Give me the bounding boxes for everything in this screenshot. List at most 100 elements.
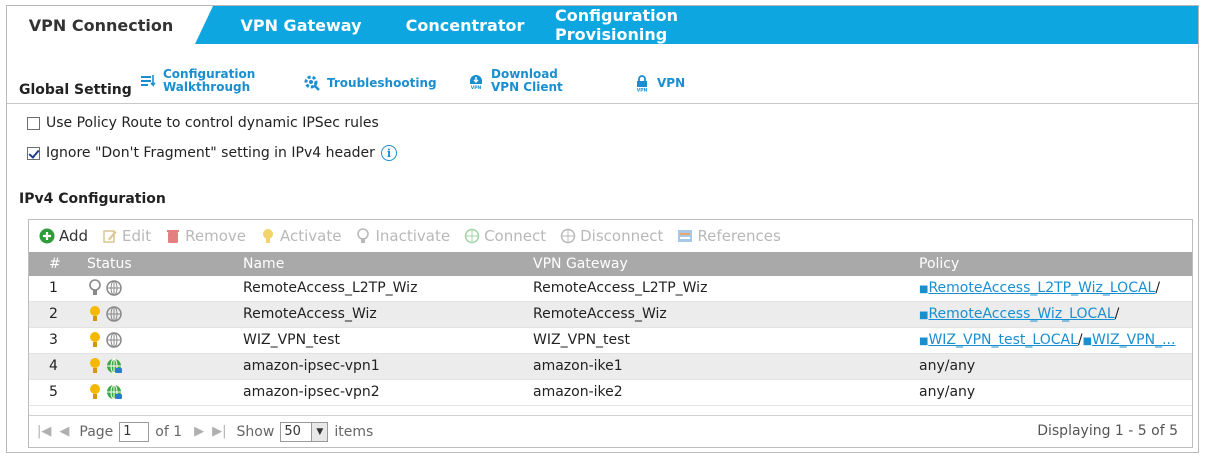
col-policy[interactable]: Policy: [919, 256, 959, 272]
troubleshoot-gear-icon: [303, 74, 321, 92]
page-input[interactable]: 1: [119, 421, 150, 442]
tab-configuration-provisioning[interactable]: Configuration Provisioning: [555, 6, 787, 44]
download-label-1: Download: [491, 67, 558, 81]
page-size-value: 50: [284, 424, 301, 439]
info-icon[interactable]: i: [380, 145, 397, 161]
row-status: [87, 331, 123, 349]
remove-button[interactable]: Remove: [165, 227, 246, 245]
items-label: items: [334, 423, 374, 440]
table-header: # Status Name VPN Gateway Policy: [29, 252, 1192, 276]
ipv4-table: Add Edit Remove Activate Inactivate Conn…: [28, 219, 1193, 448]
edit-label: Edit: [122, 227, 152, 245]
ignore-df-label: Ignore "Don't Fragment" setting in IPv4 …: [46, 145, 375, 161]
policy-link[interactable]: RemoteAccess_L2TP_Wiz_LOCAL: [928, 280, 1155, 296]
walkthrough-icon: [139, 72, 157, 90]
col-status[interactable]: Status: [87, 256, 132, 272]
first-page-icon[interactable]: |◀: [37, 424, 51, 439]
vpn-link[interactable]: VPN VPN: [633, 74, 686, 94]
policy-route-checkbox[interactable]: [27, 116, 40, 130]
table-toolbar: Add Edit Remove Activate Inactivate Conn…: [29, 220, 1192, 252]
add-button[interactable]: Add: [39, 227, 88, 245]
globe-connected-icon: [107, 384, 122, 400]
row-status: [87, 279, 123, 297]
table-row[interactable]: 3 WIZ_VPN_test WIZ_VPN_test ■WIZ_VPN_tes…: [29, 328, 1192, 354]
activate-button[interactable]: Activate: [260, 227, 341, 245]
tab-concentrator[interactable]: Concentrator: [395, 6, 535, 44]
policy-route-label: Use Policy Route to control dynamic IPSe…: [46, 115, 379, 131]
vpn-label: VPN: [657, 76, 686, 90]
policy-route-option: Use Policy Route to control dynamic IPSe…: [27, 115, 379, 131]
references-button[interactable]: References: [677, 227, 781, 245]
bulb-on-icon: [90, 358, 100, 373]
bulb-off-icon: [89, 279, 101, 295]
bulb-off-icon: [357, 228, 370, 243]
page-label: Page: [79, 423, 114, 440]
edit-icon: [103, 230, 117, 243]
globe-disconnected-icon: [106, 332, 122, 348]
connect-globe-icon: [464, 228, 480, 244]
bulb-on-icon: [90, 384, 100, 399]
row-number: 5: [49, 384, 58, 400]
download-vpn-client-link[interactable]: VPN Download VPN Client: [467, 68, 563, 94]
row-policy: ■RemoteAccess_L2TP_Wiz_LOCAL/: [919, 280, 1161, 296]
vpn-lock-icon: VPN: [633, 74, 651, 94]
bulb-on-icon: [90, 306, 100, 321]
connect-button[interactable]: Connect: [464, 227, 546, 245]
edit-button[interactable]: Edit: [102, 227, 151, 245]
policy-link-remote[interactable]: WIZ_VPN_...: [1092, 332, 1175, 348]
download-vpn-icon: VPN: [467, 72, 485, 91]
vpn-panel: VPN Connection VPN Gateway Concentrator …: [6, 5, 1199, 453]
displaying-count: Displaying 1 - 5 of 5: [1037, 423, 1178, 439]
tab-vpn-connection[interactable]: VPN Connection: [7, 6, 213, 44]
table-row[interactable]: 4 amazon-ipsec-vpn1 amazon-ike1 any/any: [29, 354, 1192, 380]
row-gateway: amazon-ike1: [533, 358, 623, 374]
col-number: #: [49, 256, 61, 272]
row-name: RemoteAccess_L2TP_Wiz: [243, 280, 418, 296]
table-row[interactable]: 5 amazon-ipsec-vpn2 amazon-ike2 any/any: [29, 380, 1192, 406]
ignore-df-checkbox[interactable]: [27, 146, 40, 160]
table-row[interactable]: 2 RemoteAccess_Wiz RemoteAccess_Wiz ■Rem…: [29, 302, 1192, 328]
policy-separator: /: [1155, 280, 1161, 296]
policy-link[interactable]: RemoteAccess_Wiz_LOCAL: [928, 306, 1114, 322]
row-status: [87, 383, 123, 401]
global-setting-title: Global Setting: [19, 82, 132, 98]
table-row[interactable]: 1 RemoteAccess_L2TP_Wiz RemoteAccess_L2T…: [29, 276, 1192, 302]
disconnect-button[interactable]: Disconnect: [560, 227, 663, 245]
row-policy: ■RemoteAccess_Wiz_LOCAL/: [919, 306, 1120, 322]
prev-page-icon[interactable]: ◀: [59, 424, 69, 439]
connect-label: Connect: [484, 227, 547, 245]
last-page-icon[interactable]: ▶|: [212, 424, 226, 439]
row-name: RemoteAccess_Wiz: [243, 306, 377, 322]
tab-vpn-gateway[interactable]: VPN Gateway: [233, 6, 369, 44]
row-gateway: RemoteAccess_L2TP_Wiz: [533, 280, 708, 296]
row-gateway: amazon-ike2: [533, 384, 623, 400]
show-label: Show: [236, 423, 275, 440]
page-size-select[interactable]: 50 ▼: [280, 421, 329, 442]
download-label-2: VPN Client: [491, 80, 563, 94]
inactivate-label: Inactivate: [375, 227, 451, 245]
col-name[interactable]: Name: [243, 256, 284, 272]
col-vpn-gateway[interactable]: VPN Gateway: [533, 256, 628, 272]
ipv4-configuration-title: IPv4 Configuration: [19, 191, 166, 207]
globe-disconnected-icon: [106, 306, 122, 322]
references-icon: [678, 230, 693, 242]
row-gateway: RemoteAccess_Wiz: [533, 306, 667, 322]
inactivate-button[interactable]: Inactivate: [355, 227, 450, 245]
policy-separator: /: [1114, 306, 1120, 322]
troubleshooting-link[interactable]: Troubleshooting: [303, 74, 437, 92]
row-number: 3: [49, 332, 58, 348]
policy-link[interactable]: WIZ_VPN_test_LOCAL: [928, 332, 1077, 348]
next-page-icon[interactable]: ▶: [194, 424, 204, 439]
row-gateway: WIZ_VPN_test: [533, 332, 630, 348]
add-icon: [39, 228, 55, 244]
row-policy: any/any: [919, 358, 976, 374]
row-name: amazon-ipsec-vpn2: [243, 384, 380, 400]
bulb-on-icon: [262, 229, 273, 243]
row-name: amazon-ipsec-vpn1: [243, 358, 380, 374]
pager: |◀ ◀ Page 1 of 1 ▶ ▶| Show 50 ▼ items Di…: [29, 415, 1192, 447]
row-number: 4: [49, 358, 58, 374]
activate-label: Activate: [279, 227, 342, 245]
troubleshooting-label: Troubleshooting: [327, 76, 437, 90]
references-label: References: [697, 227, 781, 245]
configuration-walkthrough-link[interactable]: Configuration Walkthrough: [139, 68, 255, 94]
